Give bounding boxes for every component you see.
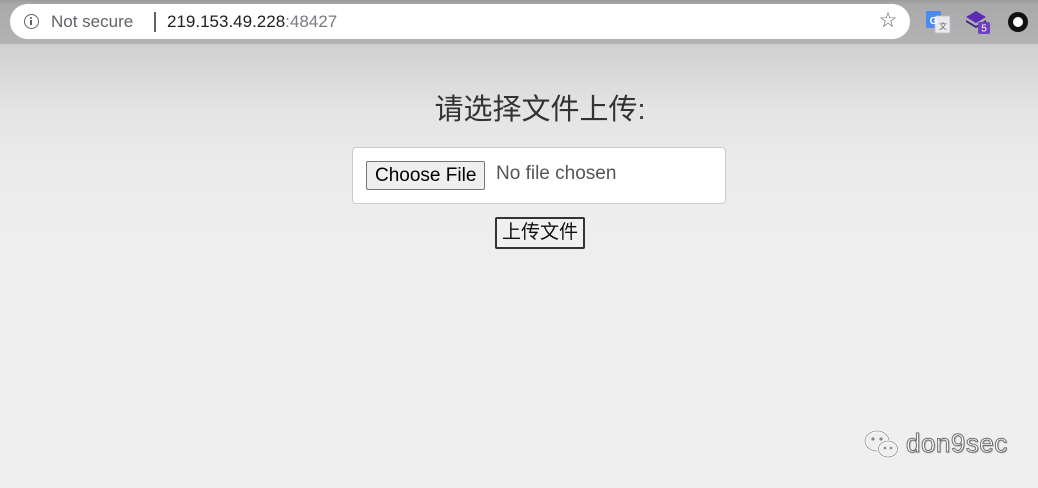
file-status-text: No file chosen [496,163,617,184]
security-indicator[interactable]: Not secure [51,12,133,32]
circle-extension-icon[interactable] [1005,9,1031,35]
info-icon[interactable] [24,14,39,29]
extension-badge: 5 [981,24,987,35]
url-host: 219.153.49.228 [167,12,286,31]
stack-extension-icon[interactable]: 5 [965,9,991,35]
browser-toolbar: Not secure 219.153.49.228:48427 ☆ G 文 5 [0,0,1038,44]
svg-text:文: 文 [939,21,947,31]
translate-icon[interactable]: G 文 [925,9,951,35]
wechat-logo-icon [863,429,899,459]
url-text[interactable]: 219.153.49.228:48427 [167,12,337,32]
page-title: 请选择文件上传: [434,94,646,126]
file-upload-panel: Choose File No file chosen [352,147,726,204]
url-port: :48427 [285,12,338,31]
address-bar[interactable]: Not secure 219.153.49.228:48427 ☆ [10,4,910,39]
upload-button[interactable]: 上传文件 [495,217,585,249]
bookmark-star-icon[interactable]: ☆ [876,9,900,33]
watermark-text: don9sec [906,428,1008,459]
svg-text:G: G [930,16,938,27]
choose-file-button[interactable]: Choose File [366,161,486,190]
address-separator [154,12,156,32]
